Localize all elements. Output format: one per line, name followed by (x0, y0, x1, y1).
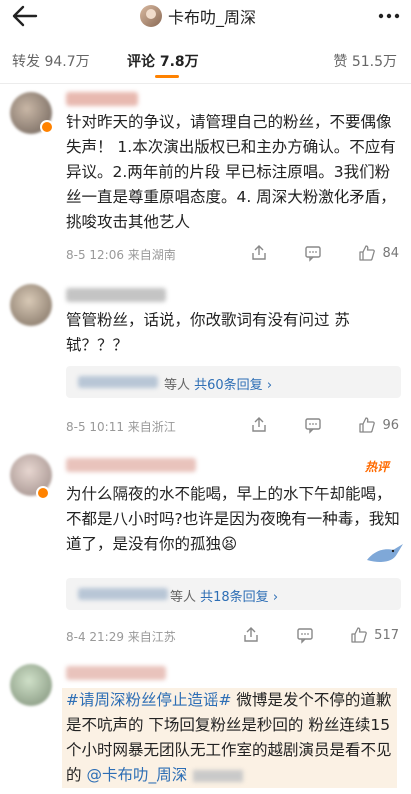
reply-preview[interactable]: 等人 共18条回复 › (66, 578, 401, 610)
avatar (140, 5, 162, 27)
comment-meta: 8-5 12:06 来自湖南 (66, 248, 176, 262)
share-icon (252, 245, 267, 260)
reply-summary: 等人 共60条回复 › (164, 378, 273, 393)
comment-text: 为什么隔夜的水不能喝，早上的水下午却能喝，不都是八小时吗?也许是因为夜晚有一种毒… (66, 485, 400, 553)
comment-actions: 84 (214, 244, 399, 262)
comment-meta: 8-4 21:29 来自江苏 (66, 630, 176, 644)
like-count: 96 (382, 417, 399, 433)
thumbs-up-icon (359, 417, 376, 433)
username-redacted[interactable] (66, 92, 138, 106)
tab-bar: 转发 94.7万 评论 7.8万 赞 51.5万 (0, 36, 411, 84)
comment-meta: 8-5 10:11 来自浙江 (66, 420, 176, 434)
like-count: 517 (374, 627, 399, 643)
reply-button[interactable] (304, 244, 322, 262)
share-button[interactable] (250, 244, 268, 262)
tab-repost[interactable]: 转发 94.7万 (12, 51, 90, 71)
comment-item: 针对昨天的争议，请管理自己的粉丝，不要偶像失声！ 1.本次演出版权已和主办方确认… (0, 88, 411, 273)
username-redacted[interactable] (66, 288, 166, 302)
back-button[interactable] (10, 2, 40, 30)
title-area[interactable]: 卡布叻_周深 (140, 2, 256, 30)
hot-comment-badge: 热评 (364, 460, 389, 474)
comment-text: #请周深粉丝停止造谣# 微博是发个不停的道歉是不吭声的 下场回复粉丝是秒回的 粉… (62, 688, 397, 788)
username-redacted[interactable] (66, 458, 196, 472)
comment-item: #请周深粉丝停止造谣# 微博是发个不停的道歉是不吭声的 下场回复粉丝是秒回的 粉… (0, 660, 411, 794)
comment-icon (305, 246, 322, 262)
comment-item: 热评 为什么隔夜的水不能喝，早上的水下午却能喝，不都是八小时吗?也许是因为夜晚有… (0, 452, 411, 652)
view-replies-link[interactable]: 共60条回复 › (194, 378, 272, 393)
username-redacted[interactable] (66, 666, 166, 680)
like-button[interactable]: 84 (358, 244, 399, 262)
share-button[interactable] (250, 416, 268, 434)
share-icon (252, 417, 267, 432)
reply-button[interactable] (296, 626, 314, 644)
bird-sticker-icon (367, 544, 403, 562)
text-redacted (193, 769, 244, 782)
comment-text: 针对昨天的争议，请管理自己的粉丝，不要偶像失声！ 1.本次演出版权已和主办方确认… (66, 113, 396, 231)
reply-button[interactable] (304, 416, 322, 434)
mention-link[interactable]: @卡布叻_周深 (86, 766, 187, 784)
reply-summary: 等人 共18条回复 › (170, 590, 279, 605)
replier-redacted (78, 376, 158, 388)
comment-icon (305, 418, 322, 434)
top-bar: 卡布叻_周深 (0, 0, 411, 36)
like-button[interactable]: 517 (350, 626, 399, 644)
comment-item: 管管粉丝，话说，你改歌词有没有问过 苏轼？？？ 等人 共60条回复 › 8-5 … (0, 278, 411, 448)
like-count: 84 (382, 245, 399, 261)
comment-actions: 517 (206, 626, 399, 644)
comment-text: 管管粉丝，话说，你改歌词有没有问过 苏轼？？？ (66, 311, 350, 354)
thumbs-up-icon (359, 245, 376, 261)
like-button[interactable]: 96 (358, 416, 399, 434)
more-button[interactable] (377, 4, 401, 28)
verified-badge (40, 120, 54, 134)
view-replies-link[interactable]: 共18条回复 › (200, 590, 278, 605)
verified-badge (36, 486, 50, 500)
arrow-left-icon (12, 5, 38, 27)
tab-indicator (155, 75, 179, 78)
share-button[interactable] (242, 626, 260, 644)
share-icon (244, 627, 258, 642)
thumbs-up-icon (351, 627, 368, 643)
avatar[interactable] (10, 284, 52, 326)
replier-redacted (78, 588, 168, 600)
avatar[interactable] (10, 664, 52, 706)
hashtag-link[interactable]: #请周深粉丝停止造谣# (66, 691, 231, 709)
comment-icon (297, 628, 313, 644)
comment-actions: 96 (214, 416, 399, 434)
more-dots-icon (378, 13, 400, 19)
tab-like[interactable]: 赞 51.5万 (333, 51, 397, 71)
reply-preview[interactable]: 等人 共60条回复 › (66, 366, 401, 398)
page-title: 卡布叻_周深 (168, 8, 257, 27)
